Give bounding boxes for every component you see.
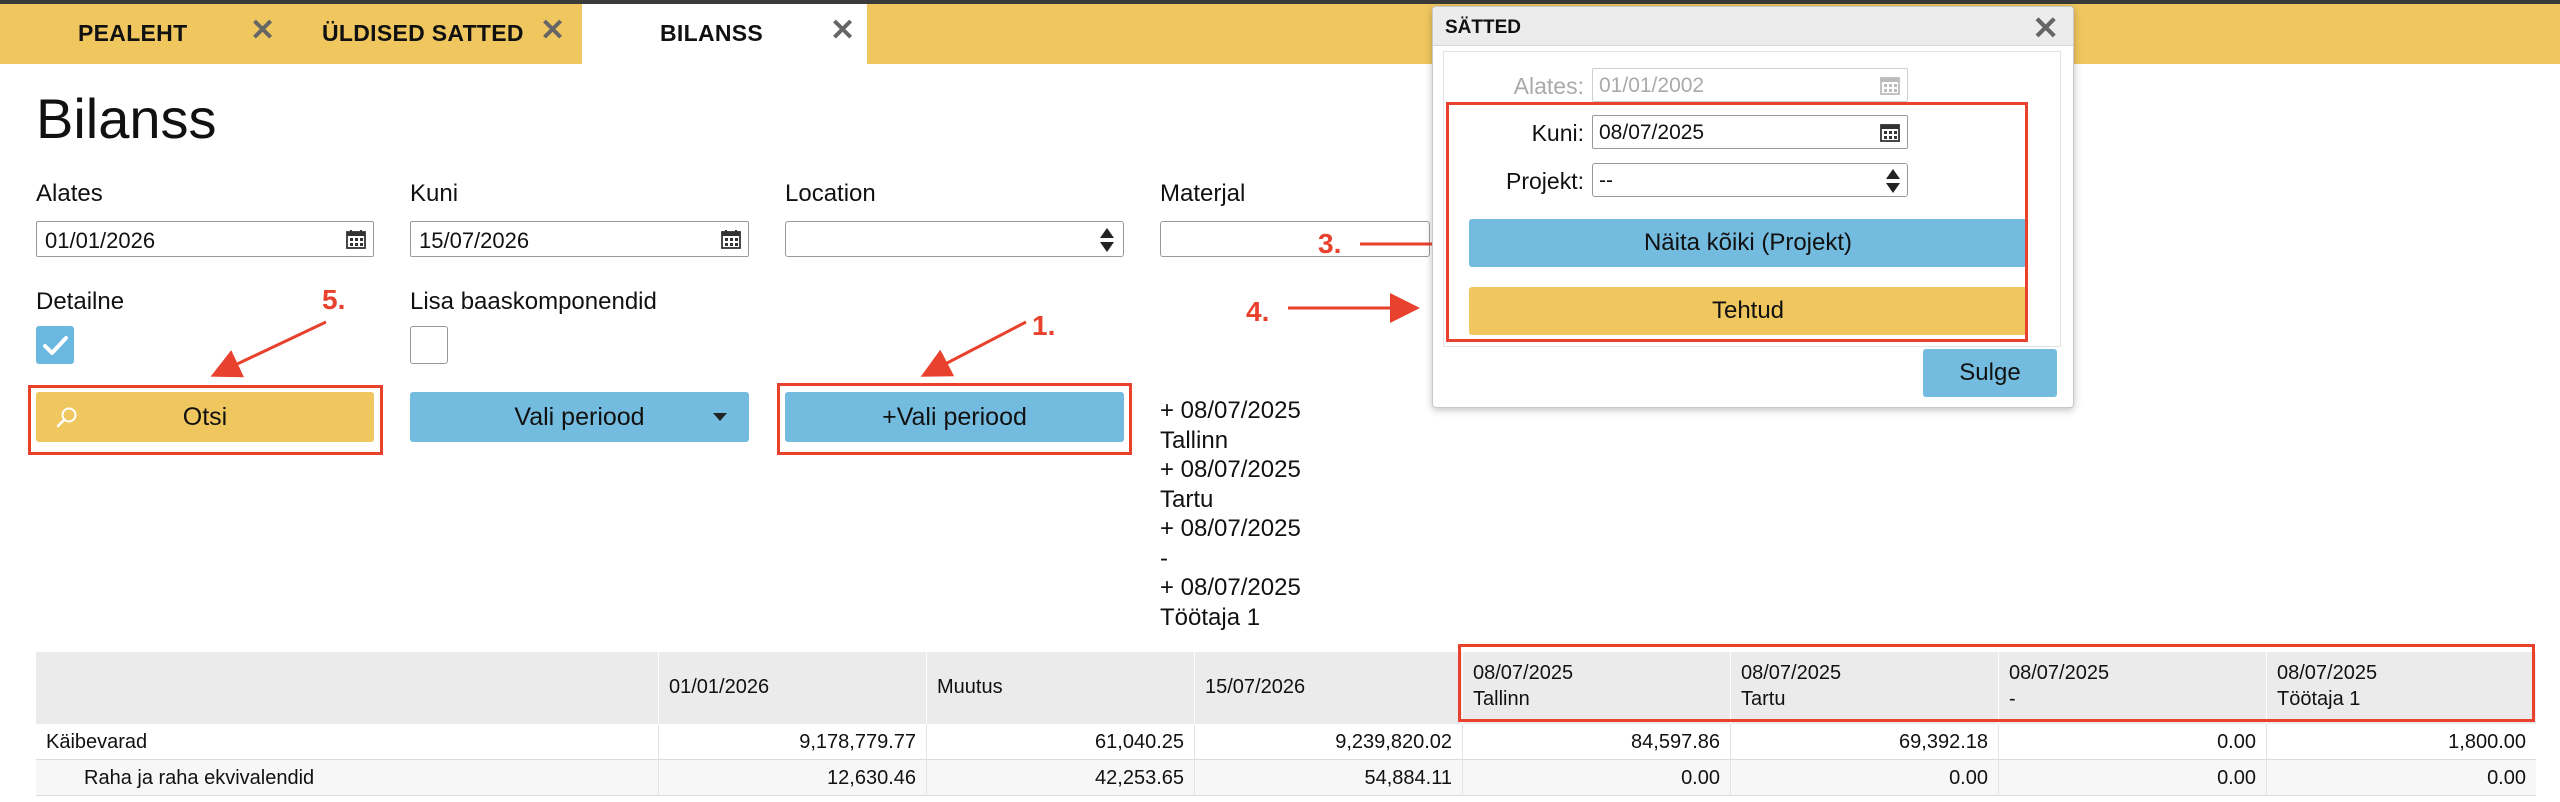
table-cell: 42,253.65: [926, 760, 1194, 796]
header-line1: Muutus: [937, 676, 1003, 698]
dialog-header: SÄTTED ✕: [1433, 7, 2073, 46]
table-cell: 54,884.11: [1194, 760, 1462, 796]
calendar-icon: [1880, 77, 1900, 95]
table-header-cell: [36, 652, 658, 724]
sulge-button[interactable]: Sulge: [1923, 349, 2057, 397]
sulge-label: Sulge: [1959, 359, 2021, 386]
dialog-title: SÄTTED: [1445, 17, 1521, 38]
dialog-alates-input: 01/01/2002: [1592, 68, 1908, 102]
row-label: Raha ja raha ekvivalendid: [84, 767, 315, 789]
row-label: Käibevarad: [46, 731, 148, 753]
arrow-1: [920, 320, 1027, 377]
table-cell: 9,239,820.02: [1194, 724, 1462, 760]
table-cell: 69,392.18: [1730, 724, 1998, 760]
highlight-dialog-fields: [1446, 102, 2028, 342]
table-row[interactable]: Raha ja raha ekvivalendid 12,630.46 42,2…: [36, 760, 2536, 796]
header-line1: 01/01/2026: [669, 676, 770, 698]
table-cell: 0.00: [1462, 760, 1730, 796]
table-cell: 0.00: [2266, 760, 2536, 796]
dialog-alates-label: Alates:: [1513, 73, 1584, 99]
table-cell: 0.00: [1998, 724, 2266, 760]
table-cell: 0.00: [1998, 760, 2266, 796]
table-header-cell: 15/07/2026: [1194, 652, 1462, 724]
header-line1: 15/07/2026: [1205, 676, 1306, 698]
table-row[interactable]: Käibevarad 9,178,779.77 61,040.25 9,239,…: [36, 724, 2536, 760]
close-icon[interactable]: ✕: [2032, 9, 2059, 47]
table-cell: 1,800.00: [2266, 724, 2536, 760]
table-cell: 61,040.25: [926, 724, 1194, 760]
highlight-period-columns: [1458, 644, 2535, 722]
arrow-5: [210, 320, 327, 378]
table-cell: 0.00: [1730, 760, 1998, 796]
table-header-cell: Muutus: [926, 652, 1194, 724]
table-cell: 9,178,779.77: [658, 724, 926, 760]
dialog-alates-value: 01/01/2002: [1599, 74, 1705, 97]
table-cell: 12,630.46: [658, 760, 926, 796]
table-header-cell: 01/01/2026: [658, 652, 926, 724]
table-cell: 84,597.86: [1462, 724, 1730, 760]
